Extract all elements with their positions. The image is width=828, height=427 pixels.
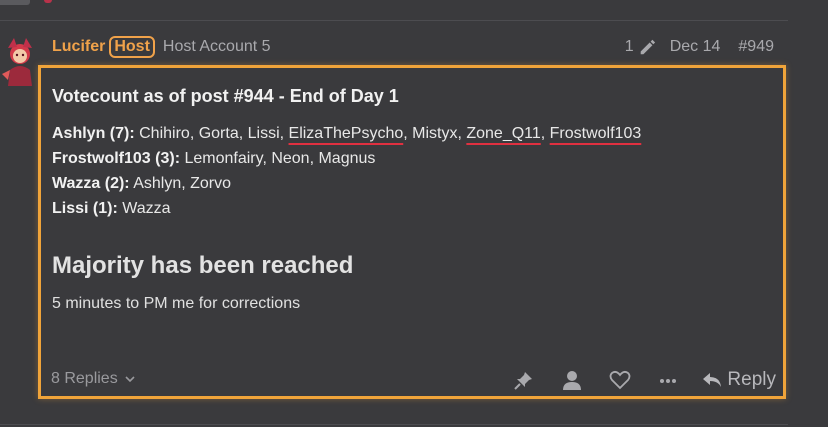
replies-toggle[interactable]: 8 Replies (51, 370, 136, 388)
voter-name: Frostwolf103 (549, 125, 642, 142)
edit-history-button[interactable]: 1 (625, 38, 656, 56)
avatar[interactable] (0, 34, 40, 86)
pin-icon[interactable] (513, 369, 535, 391)
edit-count: 1 (624, 38, 634, 55)
voter-name: Lissi (247, 125, 280, 142)
pencil-icon (640, 39, 655, 55)
majority-heading: Majority has been reached (52, 252, 354, 279)
user-title: Host Account 5 (162, 38, 271, 55)
voter-name: Magnus (318, 150, 376, 167)
vote-line: Lissi (1): Wazza (52, 196, 641, 221)
vote-target: Frostwolf103 (3): (52, 150, 181, 167)
corrections-note: 5 minutes to PM me for corrections (52, 295, 301, 312)
host-badge: Host (109, 36, 155, 58)
vote-line: Frostwolf103 (3): Lemonfairy, Neon, Magn… (52, 150, 376, 167)
voter-name: Zorvo (190, 175, 232, 192)
user-icon[interactable] (561, 369, 583, 391)
divider (0, 424, 788, 425)
ellipsis-icon[interactable] (657, 369, 679, 391)
post-actions: Reply (487, 366, 776, 394)
vote-line: Wazza (2): Ashlyn, Zorvo (52, 175, 232, 192)
vote-line: Ashlyn (7): Chihiro, Gorta, Lissi, Eliza… (52, 125, 642, 142)
voter-name: Gorta (198, 125, 239, 142)
voter-name: Chihiro (139, 125, 190, 142)
heart-icon[interactable] (609, 369, 631, 391)
post-author-meta: Lucifer Host Host Account 5 (52, 36, 271, 58)
votecount-heading: Votecount as of post #944 - End of Day 1 (52, 86, 399, 106)
post-date-link[interactable]: Dec 14 (670, 38, 721, 56)
voter-name: ElizaThePsycho (288, 125, 404, 142)
post-highlight-frame (38, 65, 786, 399)
post-info: 1 Dec 14 #949 (625, 37, 774, 57)
voter-name: Mistyx (412, 125, 458, 142)
reply-arrow-icon (703, 373, 722, 387)
vote-target: Lissi (1): (52, 200, 118, 217)
reply-button[interactable]: Reply (701, 369, 776, 391)
replies-count: 8 Replies (51, 370, 118, 387)
vote-target: Wazza (2): (52, 175, 130, 192)
username-link[interactable]: Lucifer (52, 38, 105, 56)
post-number-link[interactable]: #949 (738, 38, 774, 56)
vote-target: Ashlyn (7): (52, 125, 135, 142)
divider (0, 20, 788, 21)
voter-name: Neon (271, 150, 310, 167)
previous-post-avatar-stub (44, 0, 52, 3)
voter-name: Lemonfairy (184, 150, 263, 167)
voter-name: Zone_Q11 (466, 125, 541, 142)
reply-label: Reply (727, 369, 776, 390)
previous-post-button-stub (0, 0, 30, 5)
chevron-down-icon (125, 376, 135, 383)
voter-name: Ashlyn (133, 175, 182, 192)
voter-name: Wazza (122, 200, 171, 217)
vote-list: Ashlyn (7): Chihiro, Gorta, Lissi, Eliza… (52, 121, 641, 221)
